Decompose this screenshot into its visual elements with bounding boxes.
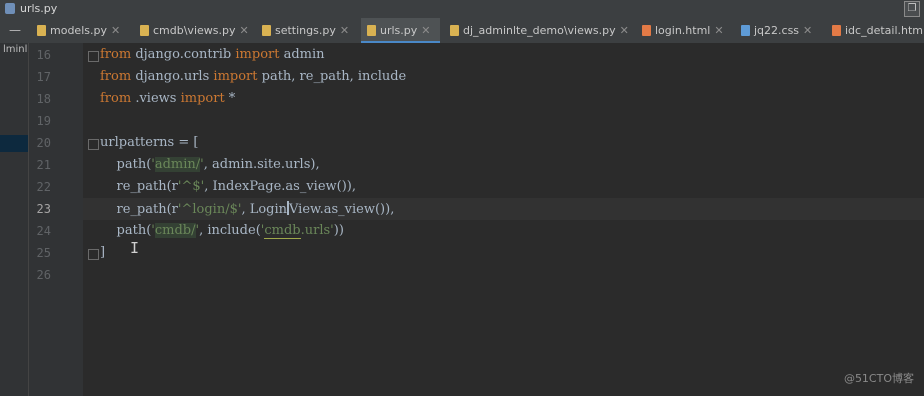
string: .urls' [300,223,334,238]
code-text: * [224,91,236,106]
line-number: 25 [36,246,51,260]
code-line-24: path('cmdb/', include('cmdb.urls')) [100,223,344,239]
tab-models-py[interactable]: models.py ✕ [31,18,127,43]
fold-marker-icon[interactable] [88,139,99,150]
code-text: .views [131,91,181,106]
python-file-icon [5,3,15,14]
code-line-23: re_path(r'^login/$', Login View.as_view()… [100,201,394,217]
keyword: from [100,47,132,62]
line-number: 21 [36,158,51,172]
selected-marker [0,135,28,152]
tab-label: idc_detail.html [845,24,924,37]
tab-label: cmdb\views.py [153,24,236,37]
code-text: path( [100,157,152,172]
tab-label: dj_adminlte_demo\views.py [463,24,616,37]
fold-marker-icon[interactable] [88,51,99,62]
tab-label: settings.py [275,24,336,37]
tab-idc-detail-html[interactable]: idc_detail.html [826,18,924,43]
keyword: import [213,69,258,84]
window-title: urls.py [20,2,58,15]
tab-dj-adminlte-demo-views-py[interactable]: dj_adminlte_demo\views.py ✕ [444,18,630,43]
code-text: admin [279,47,325,62]
python-file-icon [262,25,271,36]
code-text: path, re_path, include [257,69,407,84]
close-icon[interactable]: ✕ [714,24,723,37]
tab-label: urls.py [380,24,418,37]
string-highlighted: cmdb/ [154,223,196,238]
line-number: 17 [36,70,51,84]
string-highlighted: admin/ [154,157,201,172]
tab-label: jq22.css [754,24,800,37]
code-text: , Login [241,202,288,217]
code-line-20: urlpatterns = [ [100,135,198,150]
code-line-16: from django.contrib import admin [100,47,325,62]
line-number: 24 [36,224,51,238]
code-text: path( [100,223,152,238]
python-file-icon [37,25,46,36]
tab-jq22-css[interactable]: jq22.css ✕ [735,18,821,43]
line-number-current: 23 [36,202,51,216]
string-underlined: cmdb [264,223,301,239]
code-text: django.contrib [131,47,236,62]
code-line-25: ] [100,245,105,260]
close-icon[interactable]: ✕ [421,24,430,37]
keyword: import [180,91,225,106]
restore-button[interactable]: ❐ [904,1,920,17]
side-tab-toggle[interactable]: — [0,18,30,43]
string: '^login/$' [177,202,242,217]
close-icon[interactable]: ✕ [111,24,120,37]
string: '^$' [177,179,205,194]
line-number: 19 [36,114,51,128]
python-file-icon [140,25,149,36]
code-text: urlpatterns = [ [100,135,199,150]
code-text: ] [100,245,106,260]
line-number: 20 [36,136,51,150]
python-file-icon [450,25,459,36]
keyword: from [100,69,132,84]
watermark: @51CTO博客 [843,372,914,385]
tab-settings-py[interactable]: settings.py ✕ [256,18,356,43]
close-icon[interactable]: ✕ [620,24,629,37]
fold-marker-icon[interactable] [88,249,99,260]
close-icon[interactable]: ✕ [239,24,248,37]
tab-urls-py[interactable]: urls.py ✕ [361,18,440,43]
code-line-22: re_path(r'^$', IndexPage.as_view()), [100,179,356,194]
close-icon[interactable]: ✕ [340,24,349,37]
line-number: 16 [36,48,51,62]
code-text: View.as_view()), [289,202,395,217]
code-text: , include( [199,223,261,238]
title-bar: urls.py ❐ [0,0,924,18]
code-line-17: from django.urls import path, re_path, i… [100,69,406,84]
line-number: 26 [36,268,51,282]
code-text: re_path(r [100,202,178,217]
project-panel[interactable]: lminl [0,43,29,396]
keyword: from [100,91,132,106]
close-icon[interactable]: ✕ [803,24,812,37]
code-line-21: path('admin/', admin.site.urls), [100,157,320,172]
html-file-icon [642,25,651,36]
tab-cmdb-views-py[interactable]: cmdb\views.py ✕ [134,18,248,43]
tab-login-html[interactable]: login.html ✕ [636,18,730,43]
mouse-ibeam-icon: I [130,239,140,257]
css-file-icon [741,25,750,36]
keyword: import [235,47,280,62]
code-line-18: from .views import * [100,91,235,106]
code-editor[interactable]: lminl 16 17 18 19 20 21 22 23 24 25 26 f… [0,43,924,396]
code-text: )) [333,223,344,238]
line-number: 22 [36,180,51,194]
code-text: , admin.site.urls), [203,157,320,172]
code-text: , IndexPage.as_view()), [204,179,356,194]
line-number: 18 [36,92,51,106]
html-file-icon [832,25,841,36]
python-file-icon [367,25,376,36]
tab-label: login.html [655,24,711,37]
code-text: django.urls [131,69,214,84]
project-panel-label: lminl [3,44,28,55]
code-text: re_path(r [100,179,178,194]
tab-label: models.py [50,24,107,37]
